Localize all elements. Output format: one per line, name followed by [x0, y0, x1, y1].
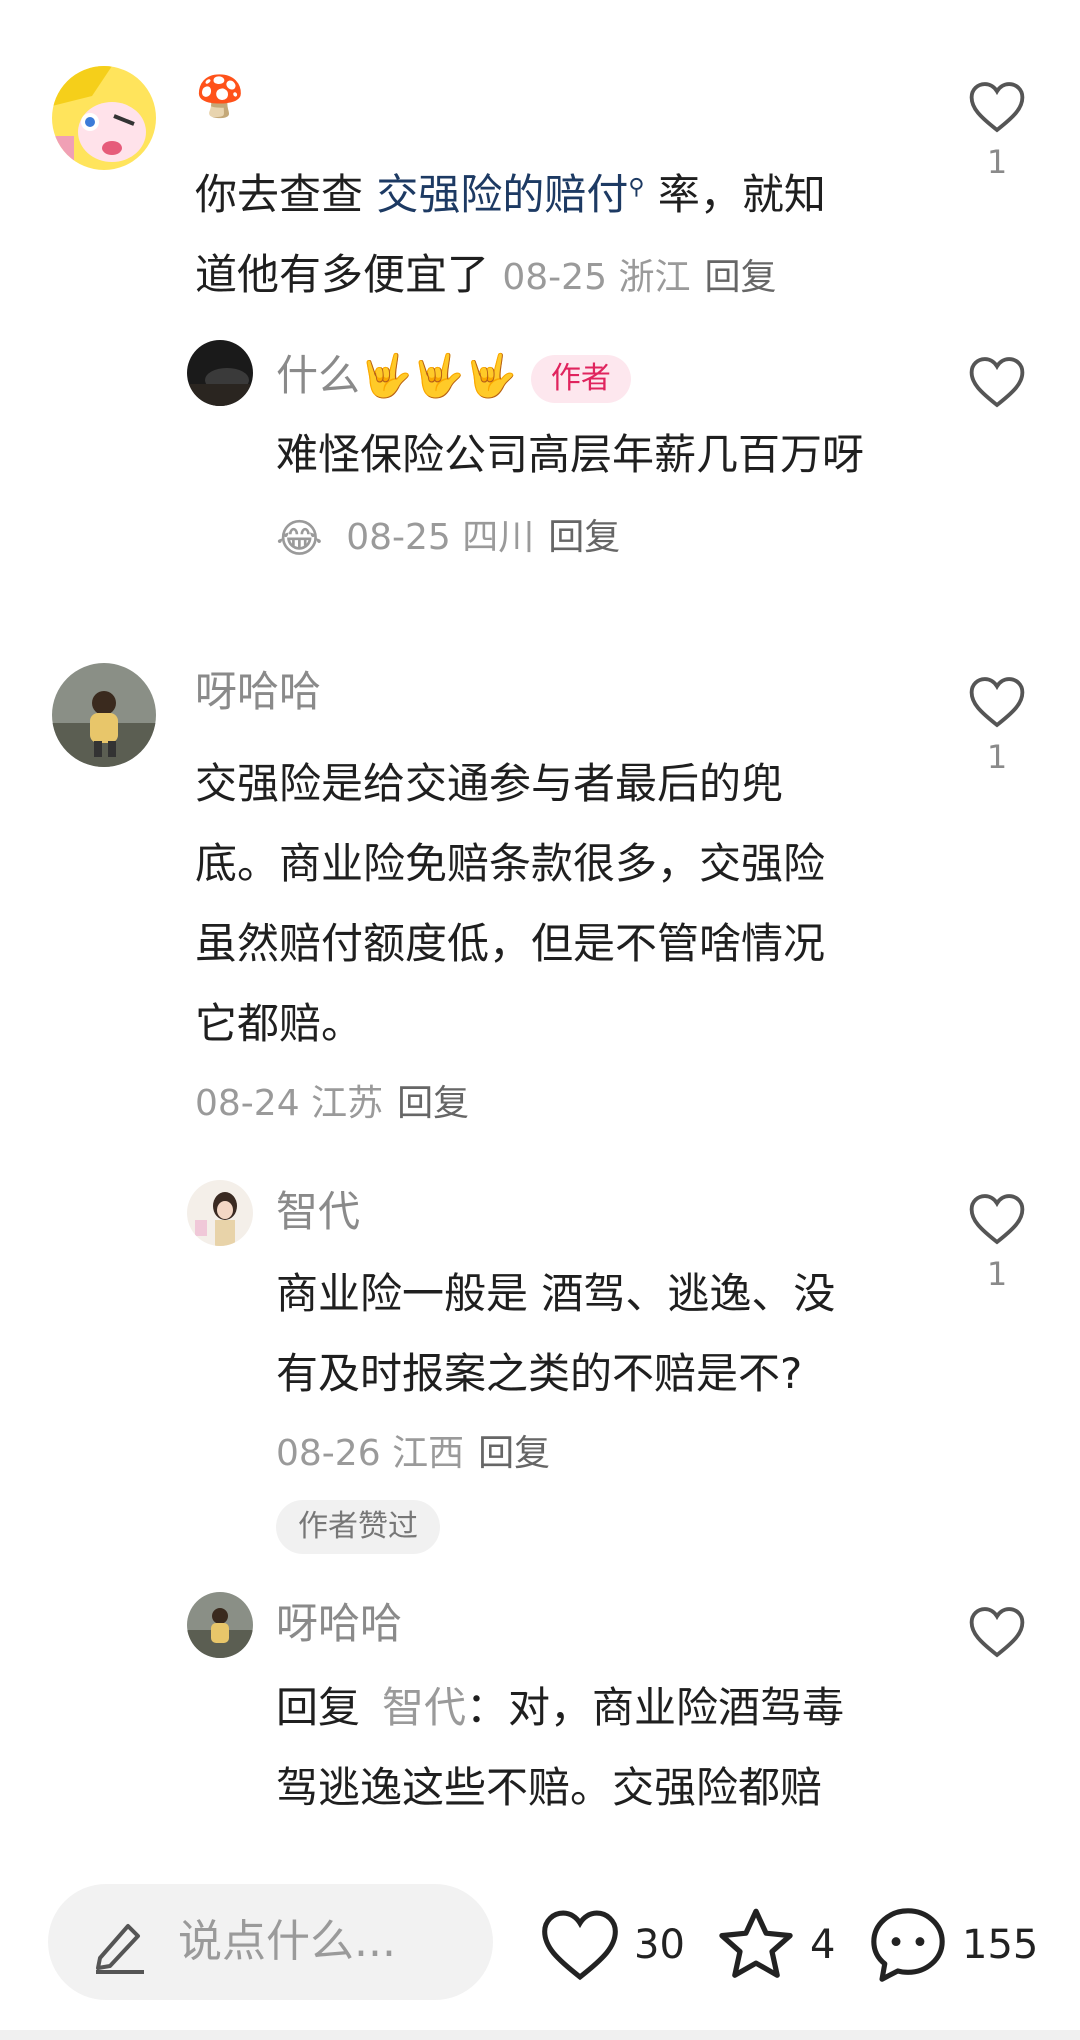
comment-text: 难怪保险公司高层年薪几百万呀: [276, 430, 865, 479]
comment-meta: 08-24 江苏 回复: [195, 1082, 469, 1126]
sticker-icon: 😂: [276, 516, 323, 562]
mention-link[interactable]: 智代: [382, 1683, 466, 1732]
like-count: 1: [986, 738, 1008, 776]
comment-text: 回复 智代：对，商业险酒驾毒 驾逃逸这些不赔。交强险都赔: [276, 1668, 916, 1828]
like-count: 1: [986, 143, 1008, 181]
search-keyword-link[interactable]: 交强险的赔付⚲: [376, 170, 644, 219]
author-name-text: 什么🤟🤟🤟: [276, 351, 517, 400]
bottom-edge: [0, 2030, 1080, 2040]
author-badge: 作者: [530, 354, 631, 403]
like-button[interactable]: [952, 1605, 1042, 1659]
comment-location: 浙江: [618, 257, 691, 298]
post-like-count: 30: [634, 1922, 685, 1968]
avatar[interactable]: [187, 1180, 253, 1246]
comment-date: 08-25: [346, 517, 451, 558]
star-icon: [719, 1908, 793, 1978]
comment-text-line: 它都赔。: [195, 999, 364, 1048]
comment-location: 江西: [392, 1433, 465, 1474]
comment-text-part: 道他有多便宜了: [195, 250, 490, 299]
comment-text-line: 回复 智代：对，商业险酒驾毒: [276, 1668, 916, 1748]
comment-meta: 08-26 江西 回复: [276, 1432, 550, 1476]
comment-location: 江苏: [311, 1083, 384, 1124]
pencil-icon: [96, 1924, 144, 1974]
comment-date: 08-24: [195, 1083, 300, 1124]
comment-text-line: 底。商业险免赔条款很多，交强险: [195, 839, 826, 888]
like-button[interactable]: [952, 355, 1042, 409]
comment-date: 08-26: [276, 1433, 381, 1474]
comment-meta: 😂 08-25 四川 回复: [276, 514, 620, 563]
comment-text-part: ：对，商业险酒驾毒: [466, 1683, 845, 1732]
reply-button[interactable]: 回复: [397, 1083, 469, 1124]
avatar[interactable]: [187, 1592, 253, 1658]
comment-text-line: 商业险一般是 酒驾、逃逸、没: [276, 1269, 836, 1318]
comment-text: 你去查查 交强险的赔付⚲ 率，就知 道他有多便宜了 08-25 浙江 回复: [195, 148, 895, 315]
heart-icon: [969, 82, 1025, 133]
author-liked-badge: 作者赞过: [276, 1500, 440, 1554]
comment-author-name[interactable]: 什么🤟🤟🤟 作者: [276, 350, 631, 403]
comment-text: 交强险是给交通参与者最后的兜 底。商业险免赔条款很多，交强险 虽然赔付额度低，但…: [195, 744, 915, 1064]
search-small-icon: ⚲: [628, 175, 645, 200]
heart-icon: [969, 357, 1025, 408]
comment-author-name[interactable]: 智代: [276, 1186, 360, 1238]
photo-avatar-icon: [187, 340, 253, 406]
reply-button[interactable]: 回复: [704, 257, 776, 298]
comment-text-line: 驾逃逸这些不赔。交强险都赔: [276, 1763, 823, 1812]
scroll-fade: [0, 1835, 1080, 1855]
like-button[interactable]: 1: [952, 80, 1042, 180]
comment-author-name[interactable]: 呀哈哈: [195, 666, 321, 718]
like-button[interactable]: 1: [952, 675, 1042, 775]
reply-button[interactable]: 回复: [548, 517, 620, 558]
photo-avatar-icon: [52, 663, 156, 767]
comment-author-name[interactable]: 呀哈哈: [276, 1598, 402, 1650]
comment-bubble-icon: [871, 1908, 945, 1982]
reply-prefix: 回复: [276, 1683, 361, 1732]
input-placeholder: 说点什么...: [178, 1916, 396, 1967]
comments-count: 155: [962, 1922, 1039, 1968]
photo-avatar-icon: [187, 1592, 253, 1658]
avatar[interactable]: [52, 66, 156, 170]
comment-text-part: 你去查查: [195, 170, 377, 219]
comment-meta: 08-25 浙江 回复: [502, 257, 776, 298]
avatar[interactable]: [187, 340, 253, 406]
like-button[interactable]: 1: [952, 1192, 1042, 1292]
comment-input[interactable]: 说点什么...: [48, 1884, 493, 2000]
comment-text: 商业险一般是 酒驾、逃逸、没 有及时报案之类的不赔是不?: [276, 1254, 916, 1414]
favorite-count: 4: [810, 1922, 836, 1968]
photo-avatar-icon: [187, 1180, 253, 1246]
heart-icon: [969, 1194, 1025, 1245]
comment-text-line: 虽然赔付额度低，但是不管啥情况: [195, 919, 826, 968]
like-count: 1: [986, 1255, 1008, 1293]
reply-button[interactable]: 回复: [478, 1433, 550, 1474]
comment-date: 08-25: [502, 257, 607, 298]
heart-icon: [542, 1910, 618, 1981]
comment-author-emoji: 🍄: [195, 74, 245, 120]
cartoon-avatar-icon: [52, 66, 156, 170]
bottom-action-bar: 说点什么... 30 4 155: [0, 1860, 1080, 2040]
comment-text-line: 有及时报案之类的不赔是不?: [276, 1349, 803, 1398]
avatar[interactable]: [52, 663, 156, 767]
comment-location: 四川: [462, 517, 535, 558]
comments-button[interactable]: 155: [866, 1900, 1038, 1990]
heart-icon: [969, 677, 1025, 728]
comment-text-line: 交强险是给交通参与者最后的兜: [195, 759, 784, 808]
favorite-button[interactable]: 4: [714, 1900, 835, 1990]
post-like-button[interactable]: 30: [538, 1900, 685, 1990]
author-liked-text: 作者赞过: [276, 1500, 440, 1554]
heart-icon: [969, 1607, 1025, 1658]
comment-text-part: 率，就知: [644, 170, 826, 219]
